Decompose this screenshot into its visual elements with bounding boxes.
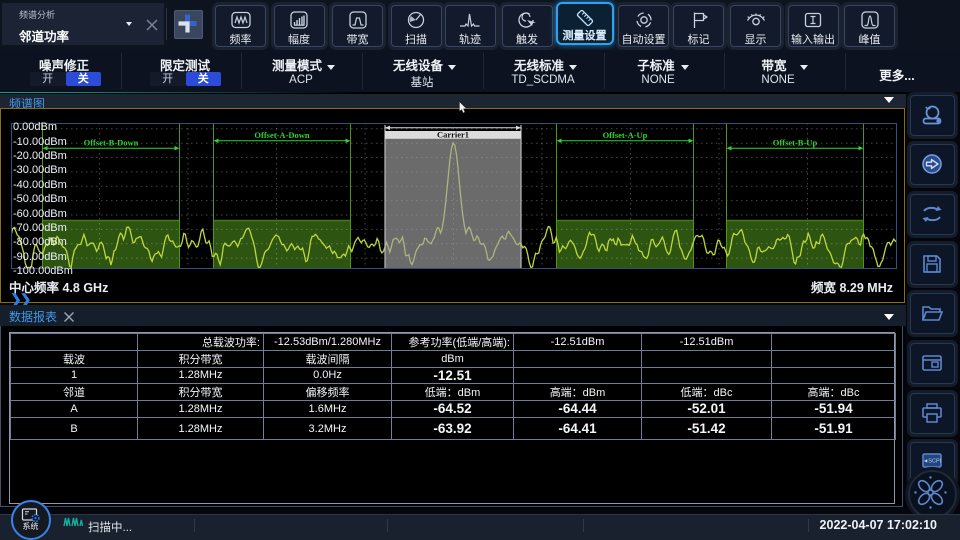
svg-text:Offset-A-Down: Offset-A-Down [254, 130, 310, 140]
svg-text:Carrier1: Carrier1 [437, 129, 469, 139]
svg-text:◄SCPI: ◄SCPI [923, 459, 942, 465]
svg-text:Offset-A-Up: Offset-A-Up [603, 130, 648, 140]
svg-text:Offset-B-Up: Offset-B-Up [773, 137, 818, 147]
svg-text:Offset-B-Down: Offset-B-Down [84, 137, 139, 147]
